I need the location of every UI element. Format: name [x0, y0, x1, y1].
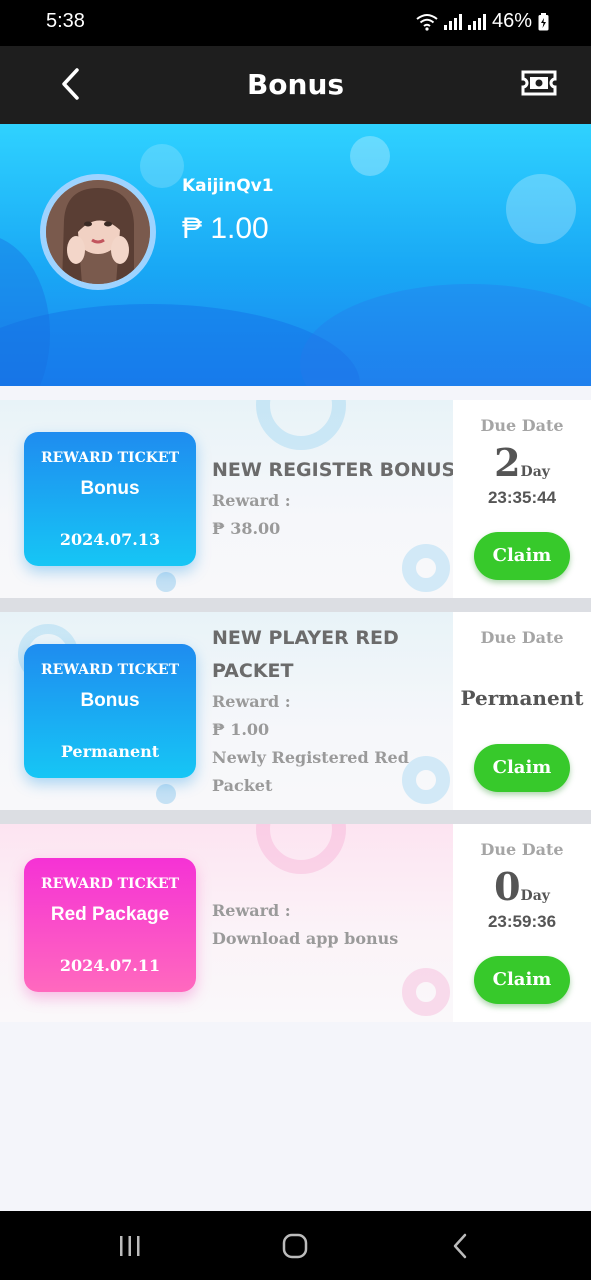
due-countdown: 23:59:36: [487, 912, 557, 931]
due-days: 0Day: [453, 864, 591, 909]
reward-card: REWARD TICKET Red Package 2024.07.11 Rew…: [0, 824, 591, 1022]
wifi-icon: [416, 13, 438, 31]
reward-desc-line1: Newly Registered Red: [212, 748, 409, 767]
home-icon: [282, 1233, 308, 1259]
claim-button[interactable]: Claim: [474, 744, 570, 792]
reward-desc-line2: Packet: [212, 776, 273, 795]
decor-ring: [256, 400, 346, 450]
decor-bubble: [350, 136, 390, 176]
divider: [0, 598, 591, 612]
reward-value: Download app bonus: [212, 929, 399, 948]
ticket-label: REWARD TICKET: [40, 876, 179, 892]
page-title: Bonus: [246, 68, 345, 101]
battery-percent: 46%: [491, 10, 532, 32]
avatar-portrait: [46, 180, 150, 284]
reward-label: Reward :: [212, 901, 291, 920]
decor-ring: [256, 824, 346, 874]
ticket-label: REWARD TICKET: [40, 662, 179, 678]
decor-bubble: [156, 784, 176, 804]
home-button[interactable]: [275, 1229, 315, 1263]
decor-bubble: [140, 144, 184, 188]
decor-ring: [402, 544, 450, 592]
reward-title: NEW REGISTER BONUS: [212, 459, 456, 481]
ticket-date: Permanent: [60, 742, 160, 761]
recents-icon: [120, 1236, 140, 1256]
back-nav-button[interactable]: [440, 1229, 480, 1263]
due-label: Due Date: [480, 628, 564, 647]
decor-ring: [402, 756, 450, 804]
signal-icon: [467, 13, 486, 30]
app-header: Bonus: [0, 46, 591, 124]
battery-icon: [538, 12, 549, 30]
back-icon: [453, 1233, 467, 1259]
reward-info: NEW PLAYER RED PACKET Reward : ₱ 1.00 Ne…: [212, 622, 409, 800]
due-date-panel: Due Date 0Day 23:59:36 Claim: [453, 824, 591, 1022]
reward-card: REWARD TICKET Bonus 2024.07.13 NEW REGIS…: [0, 400, 591, 598]
due-days-unit: Day: [520, 464, 550, 480]
reward-ticket: REWARD TICKET Bonus 2024.07.13: [24, 432, 196, 566]
reward-value: ₱ 38.00: [212, 519, 281, 538]
reward-ticket: REWARD TICKET Red Package 2024.07.11: [24, 858, 196, 992]
due-days-number: 0: [494, 864, 521, 909]
reward-label: Reward :: [212, 491, 291, 510]
ticket-date: 2024.07.13: [59, 530, 161, 549]
due-permanent: Permanent: [460, 686, 584, 710]
avatar[interactable]: [40, 174, 156, 290]
signal-icon: [443, 13, 462, 30]
due-days-number: 2: [494, 440, 521, 485]
due-days: 2Day: [453, 440, 591, 485]
reward-label: Reward :: [212, 692, 291, 711]
ticket-name: Bonus: [80, 478, 140, 499]
reward-info: Reward : Download app bonus: [212, 897, 398, 953]
recents-button[interactable]: [110, 1229, 150, 1263]
status-icons: 46%: [416, 10, 549, 33]
ticket-name: Red Package: [50, 904, 170, 925]
decor-wave: [300, 284, 591, 386]
decor-bubble: [506, 174, 576, 244]
ticket-date: 2024.07.11: [59, 956, 161, 975]
reward-title-line1: NEW PLAYER RED: [212, 627, 399, 649]
reward-info: NEW REGISTER BONUS Reward : ₱ 38.00: [212, 454, 455, 543]
due-days-unit: Day: [520, 888, 550, 904]
username: KaijinQv1: [182, 176, 274, 196]
decor-wave: [0, 234, 50, 386]
reward-ticket: REWARD TICKET Bonus Permanent: [24, 644, 196, 778]
due-countdown: 23:35:44: [487, 488, 557, 507]
system-nav-bar: [0, 1211, 591, 1280]
claim-button[interactable]: Claim: [474, 956, 570, 1004]
due-date-panel: Due Date 2Day 23:35:44 Claim: [453, 400, 591, 598]
claim-button[interactable]: Claim: [474, 532, 570, 580]
divider: [0, 810, 591, 824]
status-bar: 5:38 46%: [0, 0, 591, 46]
profile-banner: KaijinQv1 ₱ 1.00: [0, 124, 591, 386]
ticket-button[interactable]: [521, 68, 557, 98]
status-time: 5:38: [46, 10, 85, 32]
reward-title-line2: PACKET: [212, 660, 294, 682]
ticket-name: Bonus: [80, 690, 140, 711]
due-label: Due Date: [480, 416, 564, 435]
reward-card: REWARD TICKET Bonus Permanent NEW PLAYER…: [0, 612, 591, 810]
due-date-panel: Due Date Permanent Claim: [453, 612, 591, 810]
balance: ₱ 1.00: [182, 212, 269, 245]
decor-bubble: [156, 572, 176, 592]
ticket-label: REWARD TICKET: [40, 450, 179, 466]
decor-ring: [402, 968, 450, 1016]
reward-value: ₱ 1.00: [212, 720, 270, 739]
due-label: Due Date: [480, 840, 564, 859]
ticket-icon: [521, 70, 557, 96]
